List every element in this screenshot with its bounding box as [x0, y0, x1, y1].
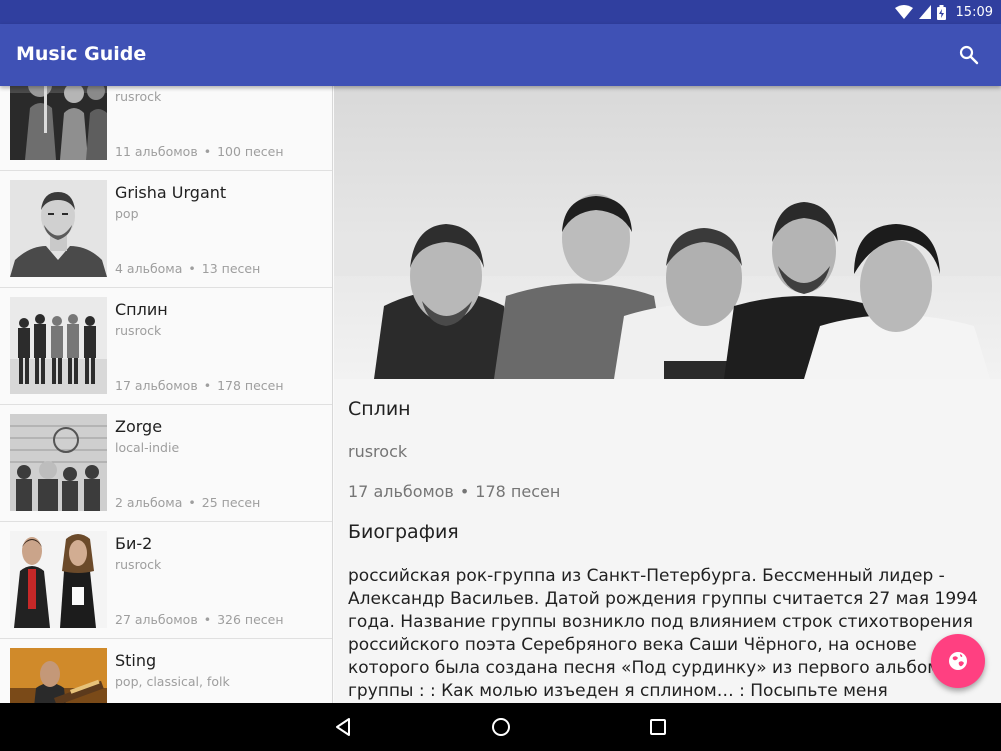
- artist-genre: rusrock: [115, 323, 162, 338]
- artist-stats: 2 альбома • 25 песен: [115, 495, 260, 510]
- artist-stats-detail: 17 альбомов • 178 песен: [348, 482, 560, 501]
- artist-genre: local-indie: [115, 440, 180, 455]
- battery-icon: [936, 4, 946, 20]
- search-icon[interactable]: [957, 43, 981, 67]
- list-item[interactable]: Би-2 rusrock 27 альбомов • 326 песен: [0, 522, 332, 639]
- globe-icon: [949, 652, 967, 670]
- artist-name: Би-2: [115, 534, 153, 553]
- artist-name: Grisha Urgant: [115, 183, 227, 202]
- artist-stats: 11 альбомов • 100 песен: [115, 144, 284, 159]
- artist-name: Сплин: [115, 300, 168, 319]
- status-icons: 15:09: [894, 0, 993, 24]
- artist-name: Zorge: [115, 417, 163, 436]
- separator-dot: •: [188, 261, 196, 276]
- artist-stats: 17 альбомов • 178 песен: [115, 378, 284, 393]
- separator-dot: •: [203, 612, 212, 627]
- separator-dot: •: [203, 378, 212, 393]
- signal-icon: [918, 5, 931, 19]
- status-time: 15:09: [955, 4, 993, 20]
- app-bar: Music Guide: [0, 24, 1001, 86]
- artist-genre: rusrock: [115, 89, 162, 104]
- artist-name: Sting: [115, 651, 157, 670]
- artist-thumbnail: [10, 297, 107, 394]
- separator-dot: •: [203, 144, 212, 159]
- system-navigation-bar: [0, 703, 1001, 751]
- artist-cover-image: [334, 86, 1001, 379]
- song-count: 25 песен: [201, 495, 261, 510]
- artist-genre: rusrock: [115, 557, 162, 572]
- artist-title: Сплин: [348, 398, 411, 420]
- song-count: 13 песен: [201, 261, 261, 276]
- list-item[interactable]: rusrock 11 альбомов • 100 песен: [0, 86, 332, 171]
- artist-thumbnail: [10, 414, 107, 511]
- album-count: 4 альбома: [115, 261, 183, 276]
- album-count: 11 альбомов: [115, 144, 198, 159]
- artist-stats: 4 альбома • 13 песен: [115, 261, 260, 276]
- back-icon[interactable]: [331, 715, 355, 739]
- artist-genre-detail: rusrock: [348, 442, 408, 461]
- album-count: 27 альбомов: [115, 612, 198, 627]
- song-count: 178 песен: [475, 482, 561, 501]
- artist-genre: pop, classical, folk: [115, 674, 230, 689]
- wifi-icon: [894, 5, 913, 19]
- list-item[interactable]: Grisha Urgant pop 4 альбома • 13 песен: [0, 171, 332, 288]
- artist-detail[interactable]: Сплин rusrock 17 альбомов • 178 песен Биог…: [334, 86, 1001, 703]
- song-count: 100 песен: [217, 144, 284, 159]
- album-count: 2 альбома: [115, 495, 183, 510]
- list-item[interactable]: Sting pop, classical, folk: [0, 639, 332, 703]
- separator-dot: •: [459, 482, 470, 501]
- artist-thumbnail: [10, 180, 107, 277]
- song-count: 178 песен: [217, 378, 284, 393]
- artist-thumbnail: [10, 86, 107, 160]
- home-icon[interactable]: [489, 715, 513, 739]
- biography-text: российская рок-группа из Санкт-Петербург…: [348, 566, 978, 701]
- album-count: 17 альбомов: [348, 482, 454, 501]
- list-item[interactable]: Zorge local-indie 2 альбома • 25 песен: [0, 405, 332, 522]
- artist-thumbnail: [10, 531, 107, 628]
- song-count: 326 песен: [217, 612, 284, 627]
- separator-dot: •: [188, 495, 196, 510]
- recents-icon[interactable]: [646, 715, 670, 739]
- artist-genre: pop: [115, 206, 139, 221]
- list-item[interactable]: Сплин rusrock 17 альбомов • 178 песен: [0, 288, 332, 405]
- status-bar: 15:09: [0, 0, 1001, 24]
- open-website-button[interactable]: [931, 634, 985, 688]
- biography-heading: Биография: [348, 521, 459, 543]
- artist-stats: 27 альбомов • 326 песен: [115, 612, 284, 627]
- album-count: 17 альбомов: [115, 378, 198, 393]
- artist-thumbnail: [10, 648, 107, 703]
- artist-list[interactable]: rusrock 11 альбомов • 100 песен Grisha Urg…: [0, 86, 333, 703]
- app-title: Music Guide: [16, 43, 147, 65]
